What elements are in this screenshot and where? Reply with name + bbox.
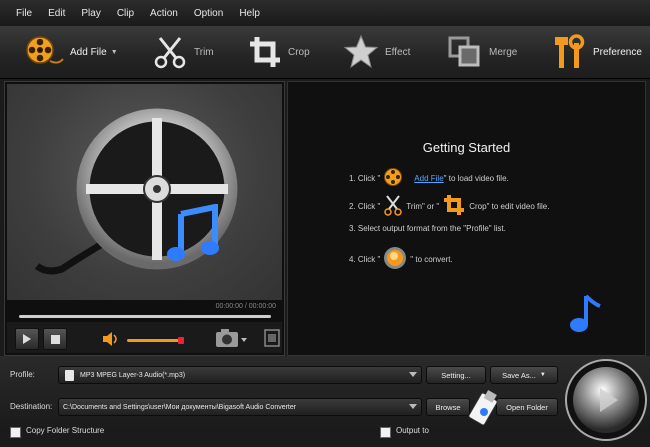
step-2: 2. Click " Trim" or " Crop" to edit vide…: [349, 194, 549, 218]
volume-icon[interactable]: [102, 332, 120, 351]
getting-started-panel: Getting Started 1. Click " Add File " to…: [287, 81, 646, 356]
timecode: 00:00:00 / 00:00:00: [215, 303, 276, 310]
film-reel-icon: [24, 35, 64, 69]
crop-label: Crop: [288, 46, 310, 58]
chevron-down-icon: ▼: [110, 48, 118, 56]
play-button[interactable]: [15, 328, 39, 350]
chevron-down-icon: ▼: [539, 372, 546, 378]
step-4-text-b: " to convert.: [410, 254, 453, 264]
crop-button[interactable]: Crop: [248, 26, 310, 78]
audio-file-icon: [65, 369, 74, 381]
film-reel-icon: [34, 108, 238, 275]
merge-button[interactable]: Merge: [447, 26, 517, 78]
video-screen[interactable]: [7, 84, 282, 300]
scissors-icon: [383, 194, 403, 218]
stop-button[interactable]: [43, 328, 67, 350]
step-1: 1. Click " Add File " to load video file…: [349, 167, 509, 189]
music-note-icon: [568, 294, 604, 339]
player-controls: [7, 322, 282, 353]
save-as-button[interactable]: Save As... ▼: [490, 366, 558, 384]
output-settings: Profile: MP3 MPEG Layer-3 Audio(*.mp3) S…: [0, 356, 650, 441]
trim-label: Trim: [194, 46, 214, 58]
profile-value: MP3 MPEG Layer-3 Audio(*.mp3): [80, 371, 186, 379]
getting-started-title: Getting Started: [422, 140, 511, 155]
usb-icon: [466, 389, 502, 434]
destination-value: C:\Documents and Settings\user\Мои докум…: [63, 403, 297, 411]
crop-icon: [442, 194, 466, 218]
menu-bar: File Edit Play Clip Action Option Help: [0, 0, 650, 26]
menu-help[interactable]: Help: [231, 8, 268, 19]
star-icon: [343, 34, 379, 70]
camera-icon[interactable]: [215, 327, 249, 354]
seek-bar[interactable]: [19, 315, 271, 318]
profile-select[interactable]: MP3 MPEG Layer-3 Audio(*.mp3): [58, 366, 422, 384]
stop-icon: [50, 334, 60, 344]
preference-button[interactable]: Preference: [553, 26, 642, 78]
step-2-text-c: Crop" to edit video file.: [469, 201, 550, 211]
browse-button[interactable]: Browse: [426, 398, 470, 416]
tools-icon: [553, 34, 587, 70]
add-file-button[interactable]: Add File ▼: [24, 26, 118, 78]
destination-select[interactable]: C:\Documents and Settings\user\Мои докум…: [58, 398, 422, 416]
chevron-down-icon: [409, 372, 417, 377]
step-3-text: 3. Select output format from the "Profil…: [349, 224, 506, 233]
menu-file[interactable]: File: [0, 8, 40, 19]
volume-handle[interactable]: [178, 337, 184, 344]
copy-folder-label: Copy Folder Structure: [26, 426, 105, 435]
step-4: 4. Click " " to convert.: [349, 246, 453, 272]
play-icon: [23, 334, 31, 344]
add-file-label: Add File: [70, 46, 107, 58]
add-file-link[interactable]: Add File: [414, 174, 443, 183]
menu-play[interactable]: Play: [73, 8, 108, 19]
output-label: Output to: [396, 426, 429, 435]
setting-button[interactable]: Setting...: [426, 366, 486, 384]
open-folder-button[interactable]: Open Folder: [496, 398, 558, 416]
step-2-text-b: Trim" or ": [406, 201, 440, 211]
chevron-down-icon: [409, 404, 417, 409]
step-1-text-b: " to load video file.: [443, 173, 509, 183]
menu-edit[interactable]: Edit: [40, 8, 73, 19]
preview-pane: 00:00:00 / 00:00:00: [4, 81, 285, 356]
save-as-label: Save As...: [502, 370, 536, 380]
step-1-text-a: 1. Click ": [349, 173, 381, 183]
effect-button[interactable]: Effect: [343, 26, 410, 78]
destination-label: Destination:: [10, 402, 53, 411]
step-3: 3. Select output format from the "Profil…: [349, 224, 506, 233]
menu-action[interactable]: Action: [142, 8, 186, 19]
film-reel-icon: [383, 167, 405, 189]
music-note-icon: [167, 203, 223, 271]
menu-option[interactable]: Option: [186, 8, 231, 19]
step-4-text-a: 4. Click ": [349, 254, 381, 264]
step-2-text-a: 2. Click ": [349, 201, 381, 211]
merge-label: Merge: [489, 46, 518, 58]
profile-label: Profile:: [10, 370, 35, 379]
volume-slider[interactable]: [127, 339, 183, 342]
merge-icon: [447, 35, 483, 69]
trim-button[interactable]: Trim: [152, 26, 214, 78]
menu-clip[interactable]: Clip: [109, 8, 142, 19]
effect-label: Effect: [385, 46, 411, 58]
crop-icon: [248, 35, 282, 69]
timeline: 00:00:00 / 00:00:00: [7, 303, 282, 321]
convert-icon: [383, 246, 407, 272]
fullscreen-icon[interactable]: [264, 329, 280, 352]
preference-label: Preference: [593, 46, 642, 58]
convert-button[interactable]: [562, 358, 650, 447]
toolbar: Add File ▼ Trim Crop Effect Merge Prefer…: [0, 26, 650, 79]
scissors-icon: [152, 34, 188, 70]
